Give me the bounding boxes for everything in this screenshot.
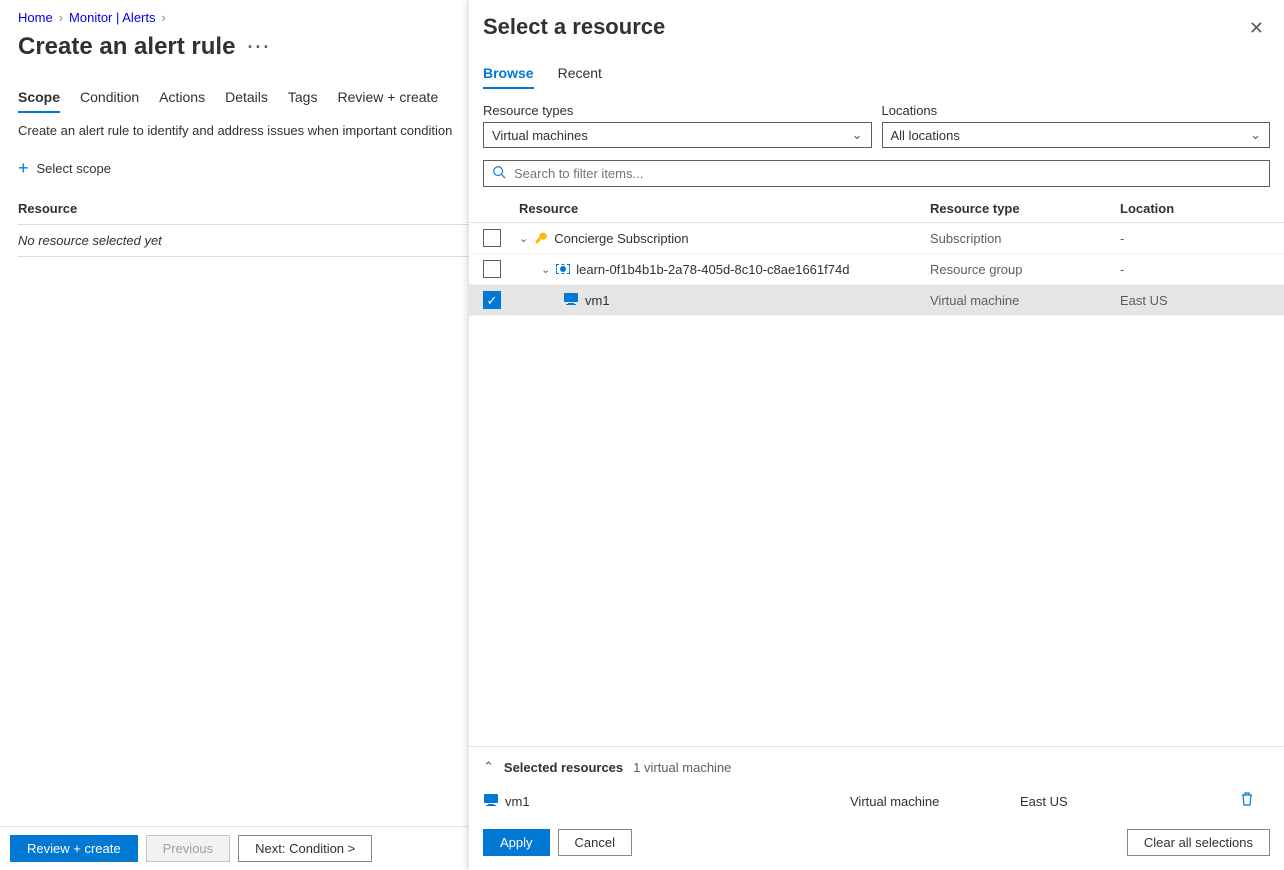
selected-resource-name: vm1: [505, 794, 530, 809]
panel-tab-recent[interactable]: Recent: [558, 65, 602, 89]
col-type: Resource type: [930, 201, 1120, 216]
resource-type: Subscription: [930, 231, 1120, 246]
chevron-right-icon: ›: [59, 10, 63, 25]
review-create-button[interactable]: Review + create: [10, 835, 138, 862]
tab-scope[interactable]: Scope: [18, 89, 60, 113]
apply-button[interactable]: Apply: [483, 829, 550, 856]
selected-resource-type: Virtual machine: [850, 794, 1020, 809]
locations-value: All locations: [891, 128, 960, 143]
resource-group-icon: [556, 264, 570, 274]
col-resource: Resource: [519, 201, 930, 216]
plus-icon: +: [18, 158, 29, 179]
resource-name: learn-0f1b4b1b-2a78-405d-8c10-c8ae1661f7…: [576, 262, 849, 277]
resource-row-resource-group[interactable]: ⌄ learn-0f1b4b1b-2a78-405d-8c10-c8ae1661…: [469, 254, 1284, 285]
panel-tabs: Browse Recent: [469, 65, 1284, 89]
tab-actions[interactable]: Actions: [159, 89, 205, 113]
chevron-down-icon[interactable]: ⌄: [541, 263, 550, 276]
tab-condition[interactable]: Condition: [80, 89, 139, 113]
chevron-down-icon[interactable]: ⌄: [519, 232, 528, 245]
clear-all-selections-button[interactable]: Clear all selections: [1127, 829, 1270, 856]
checkbox-checked[interactable]: [483, 291, 501, 309]
selected-resource-row: vm1 Virtual machine East US: [469, 781, 1284, 825]
resource-type: Resource group: [930, 262, 1120, 277]
locations-dropdown[interactable]: All locations ⌄: [882, 122, 1271, 148]
close-icon[interactable]: ✕: [1243, 14, 1270, 43]
virtual-machine-icon: [483, 793, 499, 810]
resource-row-vm[interactable]: vm1 Virtual machine East US: [469, 285, 1284, 316]
next-condition-button[interactable]: Next: Condition >: [238, 835, 372, 862]
col-location: Location: [1120, 201, 1270, 216]
breadcrumb-monitor-alerts[interactable]: Monitor | Alerts: [69, 10, 155, 25]
virtual-machine-icon: [563, 292, 579, 309]
search-input[interactable]: [514, 166, 1261, 181]
selected-resources-count: 1 virtual machine: [633, 760, 731, 775]
resource-types-dropdown[interactable]: Virtual machines ⌄: [483, 122, 872, 148]
tab-review-create[interactable]: Review + create: [337, 89, 438, 113]
more-icon[interactable]: ···: [247, 37, 271, 58]
selected-resource-location: East US: [1020, 794, 1240, 809]
previous-button: Previous: [146, 835, 231, 862]
resource-types-label: Resource types: [483, 103, 872, 118]
checkbox[interactable]: [483, 229, 501, 247]
select-resource-panel: Select a resource ✕ Browse Recent Resour…: [469, 0, 1284, 870]
checkbox[interactable]: [483, 260, 501, 278]
resource-location: East US: [1120, 293, 1270, 308]
resource-types-value: Virtual machines: [492, 128, 588, 143]
resource-list-header: Resource Resource type Location: [469, 195, 1284, 223]
resource-name: Concierge Subscription: [554, 231, 688, 246]
panel-action-bar: Apply Cancel Clear all selections: [469, 825, 1284, 870]
search-box[interactable]: [483, 160, 1270, 187]
breadcrumb-home[interactable]: Home: [18, 10, 53, 25]
resource-row-subscription[interactable]: ⌄ Concierge Subscription Subscription -: [469, 223, 1284, 254]
tab-tags[interactable]: Tags: [288, 89, 318, 113]
search-icon: [492, 165, 506, 182]
resource-location: -: [1120, 231, 1270, 246]
selected-resources-label: Selected resources: [504, 760, 623, 775]
tab-details[interactable]: Details: [225, 89, 268, 113]
resource-type: Virtual machine: [930, 293, 1120, 308]
select-scope-label: Select scope: [37, 161, 111, 176]
chevron-up-icon[interactable]: ⌃: [483, 759, 494, 775]
chevron-right-icon: ›: [162, 10, 166, 25]
chevron-down-icon: ⌄: [852, 127, 863, 143]
delete-icon[interactable]: [1240, 791, 1270, 811]
locations-label: Locations: [882, 103, 1271, 118]
resource-name: vm1: [585, 293, 610, 308]
panel-title: Select a resource: [483, 14, 665, 40]
chevron-down-icon: ⌄: [1250, 127, 1261, 143]
key-icon: [534, 231, 548, 245]
cancel-button[interactable]: Cancel: [558, 829, 632, 856]
resource-location: -: [1120, 262, 1270, 277]
panel-tab-browse[interactable]: Browse: [483, 65, 534, 89]
selected-resources-section: ⌃ Selected resources 1 virtual machine: [469, 746, 1284, 781]
